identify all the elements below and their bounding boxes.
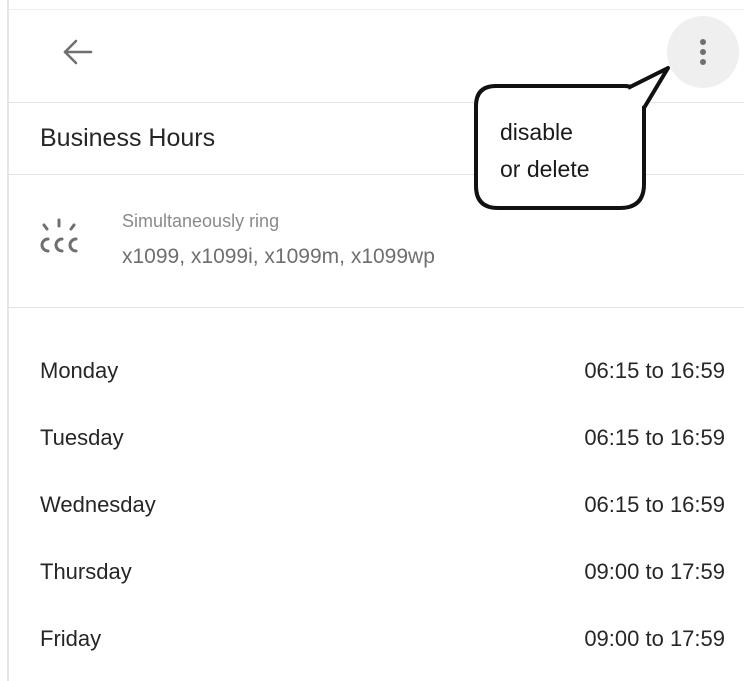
hours-row-tuesday[interactable]: Tuesday 06:15 to 16:59 [9,407,744,474]
day-name: Wednesday [40,492,156,517]
hours-list: Monday 06:15 to 16:59 Tuesday 06:15 to 1… [9,340,744,675]
more-vertical-icon [700,39,706,65]
day-name: Thursday [40,559,132,584]
day-name: Monday [40,358,119,383]
day-hours: 06:15 to 16:59 [584,425,725,450]
ring-targets: x1099, x1099i, x1099m, x1099wp [122,245,435,268]
day-hours: 06:15 to 16:59 [584,358,725,383]
business-hours-screen: Business Hours Simultaneously ring x1099… [0,0,744,681]
callout-text-line2: or delete [500,156,590,182]
hours-row-thursday[interactable]: Thursday 09:00 to 17:59 [9,541,744,608]
arrow-back-icon [63,39,93,65]
day-hours: 09:00 to 17:59 [584,626,725,651]
day-name: Tuesday [40,425,124,450]
hours-row-friday[interactable]: Friday 09:00 to 17:59 [9,608,744,675]
callout-text-line1: disable [500,119,573,145]
ring-mode-label: Simultaneously ring [122,211,280,231]
simultaneous-ring-icon [40,218,78,253]
back-button[interactable] [57,32,97,72]
section-title: Business Hours [40,124,216,152]
day-name: Friday [40,626,102,651]
ring-divider [9,307,744,308]
hours-row-monday[interactable]: Monday 06:15 to 16:59 [9,340,744,407]
day-hours: 06:15 to 16:59 [584,492,725,517]
hours-row-wednesday[interactable]: Wednesday 06:15 to 16:59 [9,474,744,541]
day-hours: 09:00 to 17:59 [584,559,725,584]
